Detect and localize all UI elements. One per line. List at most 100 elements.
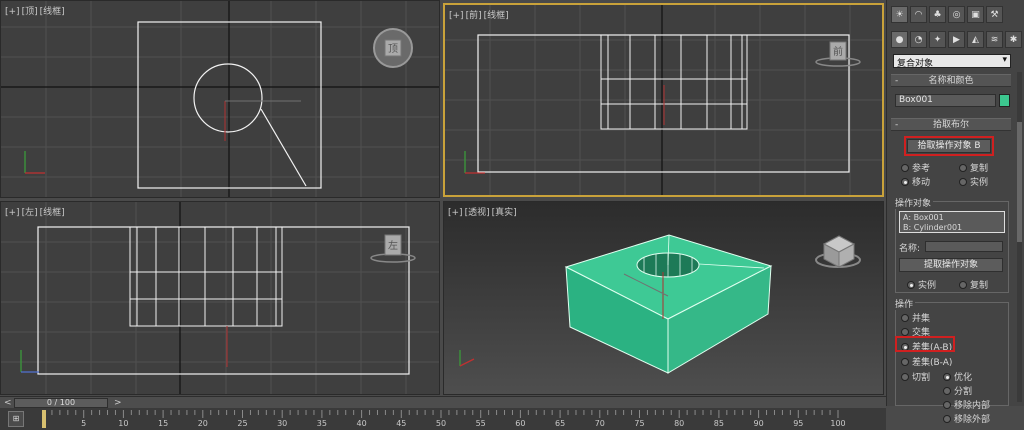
track-tick-label: 95 bbox=[793, 419, 804, 428]
viewport-front[interactable]: 前 [+] [前] [线框] bbox=[443, 3, 884, 197]
create-subtabs: ● ◔ ✦ ▶ ◭ ≋ ✱ bbox=[891, 31, 1022, 48]
extract-operand-button[interactable]: 提取操作对象 bbox=[899, 258, 1003, 272]
lights-icon[interactable]: ✦ bbox=[929, 31, 946, 48]
hierarchy-tab-icon[interactable]: ♣ bbox=[929, 6, 946, 23]
radio-subtraction-ba[interactable]: 差集(B-A) bbox=[901, 355, 952, 368]
view-name[interactable]: [透视] bbox=[465, 208, 490, 218]
track-tick-label: 100 bbox=[830, 419, 846, 428]
category-value: 复合对象 bbox=[897, 59, 934, 69]
create-tab-icon[interactable]: ☀ bbox=[891, 6, 908, 23]
radio-extract-instance[interactable]: 实例 bbox=[907, 278, 936, 291]
operand-item[interactable]: A: Box001 bbox=[903, 213, 1001, 223]
operand-item[interactable]: B: Cylinder001 bbox=[903, 223, 1001, 233]
viewport-menu[interactable]: [+] bbox=[5, 208, 20, 218]
radio-reference[interactable]: 参考 bbox=[901, 161, 930, 174]
cameras-icon[interactable]: ▶ bbox=[948, 31, 965, 48]
viewcube-face-left[interactable]: 左 bbox=[388, 239, 398, 252]
viewport-left[interactable]: 左 [+] [左] [线框] bbox=[0, 201, 440, 395]
perspective-canvas bbox=[459, 234, 861, 374]
view-name[interactable]: [顶] bbox=[22, 7, 38, 17]
time-slider-bar: < 0 / 100 > bbox=[0, 396, 886, 408]
radio-extract-copy[interactable]: 复制 bbox=[959, 278, 988, 291]
track-tick-label: 65 bbox=[555, 419, 566, 428]
track-tick-label: 80 bbox=[674, 419, 685, 428]
radio-move[interactable]: 移动 bbox=[901, 175, 930, 188]
radio-instance[interactable]: 实例 bbox=[959, 175, 988, 188]
track-tick-label: 75 bbox=[634, 419, 645, 428]
radio-cut-refine[interactable]: 优化 bbox=[943, 370, 972, 383]
viewcube-face-top[interactable]: 顶 bbox=[388, 43, 398, 55]
radio-copy[interactable]: 复制 bbox=[959, 161, 988, 174]
track-bar[interactable]: ⊞ 5 10 15 20 25 30 35 40 45 50 55 60 65 70 75 80 85 90 95 1… bbox=[0, 408, 886, 430]
radio-dot bbox=[943, 372, 951, 381]
viewport-label-top[interactable]: [+] [顶] [线框] bbox=[5, 4, 67, 17]
operand-name-field[interactable] bbox=[925, 241, 1003, 252]
radio-cut[interactable]: 切割 bbox=[901, 370, 930, 383]
view-name[interactable]: [前] bbox=[466, 11, 482, 21]
object-color-swatch[interactable] bbox=[999, 94, 1010, 107]
panel-scrollbar[interactable] bbox=[1017, 72, 1022, 402]
scrollbar-thumb[interactable] bbox=[1017, 122, 1022, 242]
radio-label: 差集(B-A) bbox=[912, 358, 953, 368]
current-frame-marker[interactable] bbox=[42, 410, 46, 428]
radio-dot bbox=[901, 313, 909, 322]
shapes-icon[interactable]: ◔ bbox=[910, 31, 927, 48]
shading-mode[interactable]: [真实] bbox=[492, 208, 517, 218]
radio-cut-remove-inside[interactable]: 移除内部 bbox=[943, 398, 990, 411]
radio-label: 移除外部 bbox=[954, 415, 991, 425]
viewport-label-front[interactable]: [+] [前] [线框] bbox=[449, 8, 511, 21]
display-tab-icon[interactable]: ▣ bbox=[967, 6, 984, 23]
shading-mode[interactable]: [线框] bbox=[40, 7, 65, 17]
operation-title: 操作 bbox=[893, 297, 916, 310]
viewport-perspective[interactable]: [+] [透视] [真实] bbox=[443, 201, 884, 395]
viewport-top[interactable]: 顶 [+] [顶] [线框] bbox=[0, 0, 440, 198]
viewport-label-left[interactable]: [+] [左] [线框] bbox=[5, 205, 67, 218]
modify-tab-icon[interactable]: ◠ bbox=[910, 6, 927, 23]
track-tick-label: 5 bbox=[81, 419, 87, 428]
highlight-box bbox=[895, 336, 955, 352]
track-tick-label: 60 bbox=[515, 419, 526, 428]
collapse-icon: - bbox=[895, 120, 899, 130]
radio-label: 移动 bbox=[912, 178, 931, 188]
operands-list[interactable]: A: Box001 B: Cylinder001 bbox=[899, 211, 1005, 233]
radio-label: 实例 bbox=[970, 178, 989, 188]
geometry-icon[interactable]: ● bbox=[891, 31, 908, 48]
viewport-label-perspective[interactable]: [+] [透视] [真实] bbox=[448, 205, 519, 218]
spacewarps-icon[interactable]: ≋ bbox=[986, 31, 1003, 48]
radio-dot bbox=[901, 163, 909, 172]
radio-cut-split[interactable]: 分割 bbox=[943, 384, 972, 397]
radio-label: 复制 bbox=[970, 164, 989, 174]
systems-icon[interactable]: ✱ bbox=[1005, 31, 1022, 48]
viewcube-face-front[interactable]: 前 bbox=[833, 45, 843, 58]
object-name-field[interactable]: Box001 bbox=[895, 94, 996, 107]
radio-cut-remove-outside[interactable]: 移除外部 bbox=[943, 412, 990, 425]
radio-union[interactable]: 并集 bbox=[901, 311, 930, 324]
rollout-title: 名称和颜色 bbox=[928, 76, 974, 86]
utilities-tab-icon[interactable]: ⚒ bbox=[986, 6, 1003, 23]
viewport-menu[interactable]: [+] bbox=[448, 208, 463, 218]
track-tick-label: 55 bbox=[475, 419, 486, 428]
helpers-icon[interactable]: ◭ bbox=[967, 31, 984, 48]
rollout-name-color[interactable]: - 名称和颜色 bbox=[891, 74, 1011, 87]
radio-dot bbox=[907, 280, 915, 289]
viewport-menu[interactable]: [+] bbox=[449, 11, 464, 21]
track-tick-label: 35 bbox=[316, 419, 327, 428]
rollout-title: 拾取布尔 bbox=[932, 120, 969, 130]
category-dropdown[interactable]: 复合对象 ▾ bbox=[893, 54, 1011, 69]
view-name[interactable]: [左] bbox=[22, 208, 38, 218]
radio-dot bbox=[959, 280, 967, 289]
track-tick-label: 15 bbox=[158, 419, 169, 428]
radio-dot bbox=[901, 357, 909, 366]
highlight-box bbox=[904, 136, 994, 156]
radio-dot bbox=[901, 372, 909, 381]
viewport-menu[interactable]: [+] bbox=[5, 7, 20, 17]
track-tick-label: 20 bbox=[197, 419, 208, 428]
operand-name-label: 名称: bbox=[899, 244, 921, 254]
shading-mode[interactable]: [线框] bbox=[40, 208, 65, 218]
motion-tab-icon[interactable]: ◎ bbox=[948, 6, 965, 23]
track-tick-label: 90 bbox=[753, 419, 764, 428]
rollout-pick-boolean[interactable]: - 拾取布尔 bbox=[891, 118, 1011, 131]
shading-mode[interactable]: [线框] bbox=[484, 11, 509, 21]
time-slider[interactable]: 0 / 100 bbox=[14, 398, 108, 408]
radio-label: 移除内部 bbox=[954, 401, 991, 411]
